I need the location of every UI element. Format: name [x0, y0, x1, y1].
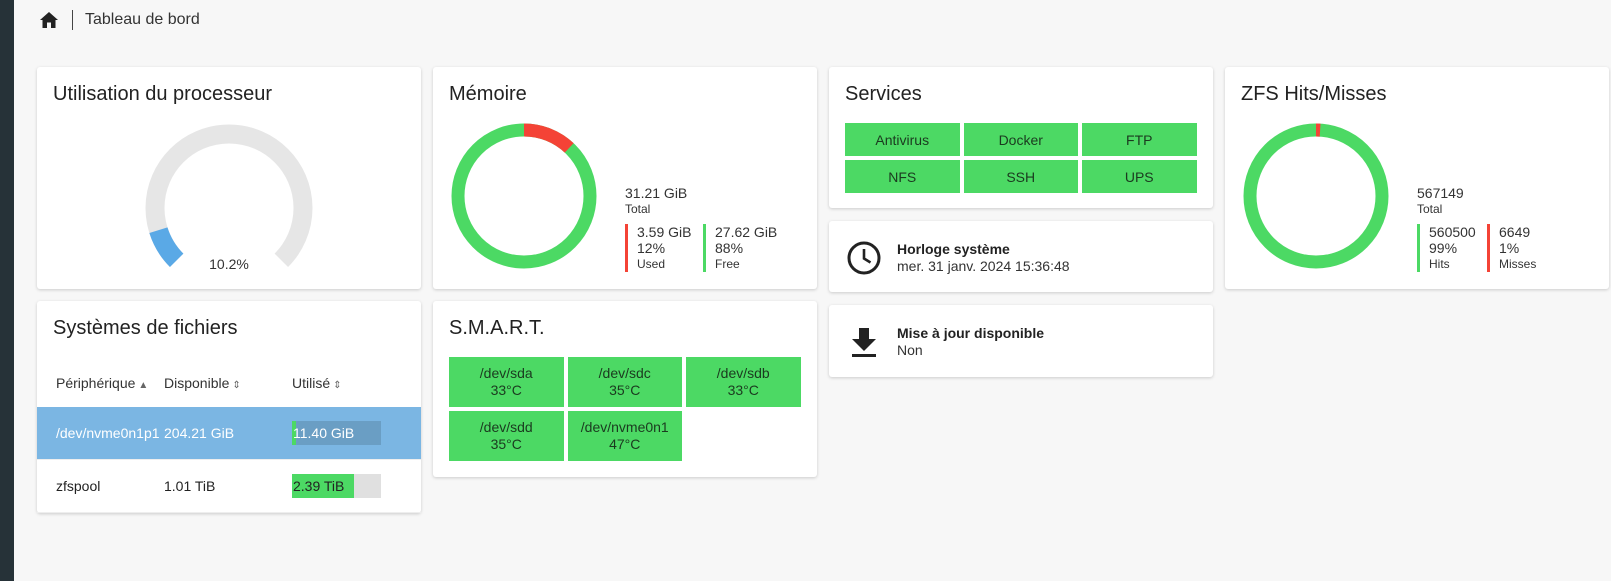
- drive-tile[interactable]: /dev/sdd 35°C: [449, 411, 564, 461]
- memory-free-value: 27.62 GiB: [715, 224, 778, 240]
- service-antivirus[interactable]: Antivirus: [845, 123, 960, 156]
- cpu-usage-value: 10.2%: [209, 256, 249, 272]
- zfs-card: ZFS Hits/Misses 567149 Total 560500 99% …: [1225, 67, 1609, 289]
- memory-free-stat: 27.62 GiB 88% Free: [703, 224, 777, 272]
- zfs-hits-stat: 560500 99% Hits: [1417, 224, 1476, 272]
- used-cell: 11.40 GiB: [292, 421, 421, 445]
- system-clock-value: mer. 31 janv. 2024 15:36:48: [897, 258, 1070, 274]
- cpu-gauge-track: [145, 124, 313, 268]
- device-cell: /dev/nvme0n1p1: [56, 425, 160, 441]
- zfs-hits-value: 560500: [1429, 224, 1476, 240]
- sort-icon: ⇕: [333, 380, 342, 391]
- memory-used-value: 3.59 GiB: [637, 224, 692, 240]
- column-header-used[interactable]: Utilisé ⇕: [292, 375, 421, 391]
- table-header: Périphérique ▲ Disponible ⇕ Utilisé ⇕: [37, 359, 421, 407]
- zfs-total-value: 567149: [1417, 185, 1464, 201]
- system-clock-title: Horloge système: [897, 241, 1010, 257]
- zfs-misses-value: 6649: [1499, 224, 1531, 240]
- usage-bar-label: 2.39 TiB: [293, 478, 345, 494]
- drive-name: /dev/sdd: [479, 419, 533, 435]
- memory-donut: [451, 123, 597, 269]
- sort-ascending-icon: ▲: [138, 380, 149, 391]
- zfs-hits-label: Hits: [1429, 257, 1450, 271]
- memory-free-percent: 88%: [715, 240, 744, 256]
- memory-used-stat: 3.59 GiB 12% Used: [625, 224, 691, 272]
- usage-bar-label: 11.40 GiB: [293, 425, 355, 441]
- smart-title: S.M.A.R.T.: [449, 317, 545, 339]
- zfs-misses-percent: 1%: [1499, 240, 1520, 256]
- sidebar-strip: [0, 0, 14, 581]
- used-cell: 2.39 TiB: [292, 474, 421, 498]
- smart-card: S.M.A.R.T. /dev/sda 33°C /dev/sdc 35°C /de…: [433, 301, 817, 477]
- drive-name: /dev/sda: [479, 365, 533, 381]
- system-clock-card: Horloge système mer. 31 janv. 2024 15:36…: [829, 221, 1213, 292]
- drive-temperature: 47°C: [609, 436, 641, 452]
- service-ftp[interactable]: FTP: [1082, 123, 1197, 156]
- update-available-card: Mise à jour disponible Non: [829, 305, 1213, 377]
- filesystems-title: Systèmes de fichiers: [53, 317, 238, 339]
- memory-used-percent: 12%: [637, 240, 666, 256]
- usage-bar: 2.39 TiB: [292, 474, 381, 498]
- memory-card: Mémoire 31.21 GiB Total 3.59 GiB 12% Use…: [433, 67, 817, 289]
- breadcrumb-current[interactable]: Tableau de bord: [85, 11, 200, 29]
- zfs-misses-stat: 6649 1% Misses: [1487, 224, 1536, 272]
- column-header-device-label: Périphérique: [56, 375, 136, 391]
- zfs-title: ZFS Hits/Misses: [1241, 83, 1387, 105]
- memory-total-value: 31.21 GiB: [625, 185, 688, 201]
- sort-icon: ⇕: [232, 380, 241, 391]
- services-grid: Antivirus Docker FTP NFS SSH UPS: [845, 123, 1197, 193]
- filesystems-table: Périphérique ▲ Disponible ⇕ Utilisé ⇕ /dev/…: [37, 359, 421, 513]
- services-card: Services Antivirus Docker FTP NFS SSH UP…: [829, 67, 1213, 208]
- table-row[interactable]: zfspool 1.01 TiB 2.39 TiB: [37, 460, 421, 513]
- clock-icon: [845, 239, 883, 277]
- smart-grid: /dev/sda 33°C /dev/sdc 35°C /dev/sdb 33°C /…: [449, 357, 801, 461]
- service-ups[interactable]: UPS: [1082, 160, 1197, 193]
- column-header-used-label: Utilisé: [292, 375, 331, 391]
- download-icon: [845, 323, 883, 361]
- service-nfs[interactable]: NFS: [845, 160, 960, 193]
- services-title: Services: [845, 83, 922, 105]
- usage-bar: 11.40 GiB: [292, 421, 381, 445]
- drive-temperature: 35°C: [609, 382, 641, 398]
- table-row[interactable]: /dev/nvme0n1p1 204.21 GiB 11.40 GiB: [37, 407, 421, 460]
- drive-tile[interactable]: /dev/sda 33°C: [449, 357, 564, 407]
- breadcrumb: Tableau de bord: [38, 8, 200, 32]
- column-header-available-label: Disponible: [164, 375, 230, 391]
- drive-temperature: 33°C: [490, 382, 522, 398]
- breadcrumb-separator: [72, 10, 73, 30]
- drive-name: /dev/sdc: [598, 365, 651, 381]
- cpu-usage-card: Utilisation du processeur 10.2%: [37, 67, 421, 289]
- drive-tile[interactable]: /dev/sdc 35°C: [567, 357, 682, 407]
- drive-tile[interactable]: /dev/sdb 33°C: [686, 357, 801, 407]
- memory-free-label: Free: [715, 257, 740, 271]
- zfs-total-label: Total: [1417, 202, 1443, 216]
- drive-temperature: 33°C: [727, 382, 759, 398]
- available-cell: 1.01 TiB: [164, 478, 216, 494]
- home-icon[interactable]: [38, 9, 60, 31]
- drive-name: /dev/nvme0n1: [580, 419, 669, 435]
- memory-title: Mémoire: [449, 83, 527, 105]
- filesystems-card: Systèmes de fichiers Périphérique ▲ Dispo…: [37, 301, 421, 513]
- memory-donut-free: [451, 123, 597, 269]
- update-available-value: Non: [897, 342, 923, 358]
- service-docker[interactable]: Docker: [963, 123, 1078, 156]
- drive-temperature: 35°C: [490, 436, 522, 452]
- drive-tile[interactable]: /dev/nvme0n1 47°C: [567, 411, 682, 461]
- memory-used-label: Used: [637, 257, 666, 271]
- service-ssh[interactable]: SSH: [963, 160, 1078, 193]
- memory-total-label: Total: [625, 202, 651, 216]
- device-cell: zfspool: [56, 478, 101, 494]
- column-header-device[interactable]: Périphérique ▲: [37, 375, 164, 391]
- zfs-donut: [1243, 123, 1389, 269]
- update-available-title: Mise à jour disponible: [897, 325, 1045, 341]
- memory-total: 31.21 GiB Total: [625, 185, 687, 216]
- cpu-usage-title: Utilisation du processeur: [53, 83, 272, 105]
- zfs-donut-hits: [1243, 123, 1389, 269]
- drive-name: /dev/sdb: [716, 365, 770, 381]
- zfs-total: 567149 Total: [1417, 185, 1464, 216]
- zfs-misses-label: Misses: [1499, 257, 1537, 271]
- zfs-hits-percent: 99%: [1429, 240, 1458, 256]
- column-header-available[interactable]: Disponible ⇕: [164, 375, 292, 391]
- available-cell: 204.21 GiB: [164, 425, 235, 441]
